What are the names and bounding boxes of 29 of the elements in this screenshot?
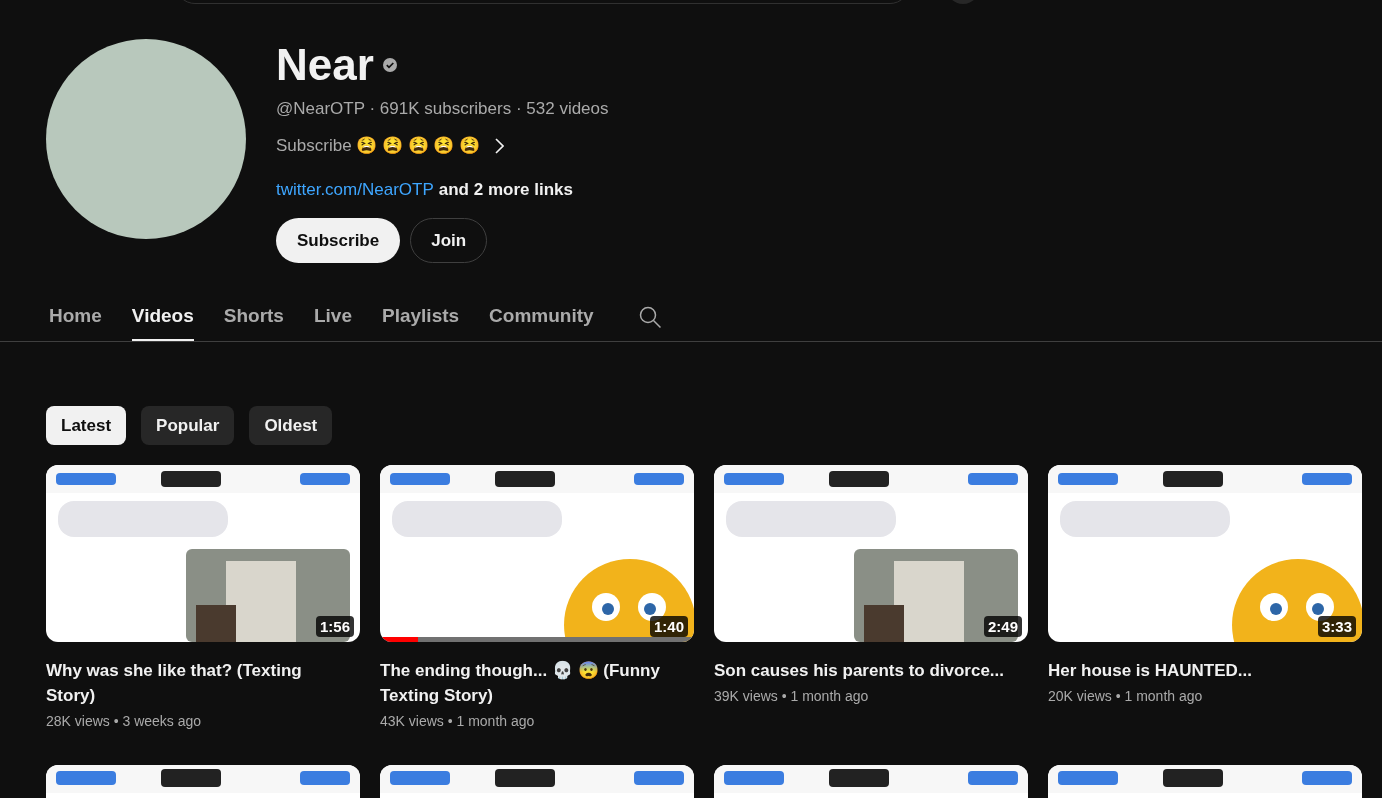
video-title[interactable]: Why was she like that? (Texting Story): [46, 658, 346, 708]
video-meta: 28K views • 3 weeks ago: [46, 713, 202, 729]
duration-badge: 1:56: [315, 616, 354, 637]
subscribe-button[interactable]: Subscribe: [276, 218, 401, 263]
channel-meta: @NearOTP · 691K subscribers · 532 videos: [276, 99, 609, 119]
video-title[interactable]: Son causes his parents to divorce...: [714, 658, 1014, 683]
duration-badge: 2:49: [983, 616, 1022, 637]
video-meta: 39K views • 1 month ago: [714, 688, 869, 704]
duration-badge: 1:40: [649, 616, 688, 637]
video-meta: 43K views • 1 month ago: [380, 713, 535, 729]
video-meta: 20K views • 1 month ago: [1048, 688, 1203, 704]
channel-description[interactable]: Subscribe 😫 😫 😫 😫 😫: [276, 135, 481, 156]
more-links[interactable]: and 2 more links: [438, 180, 573, 200]
filter-chip[interactable]: Oldest: [249, 406, 333, 445]
channel-tab[interactable]: Live: [313, 293, 352, 341]
search-icon[interactable]: [637, 305, 662, 329]
chevron-icon[interactable]: [494, 137, 505, 154]
duration-badge: 3:33: [1317, 616, 1356, 637]
channel-link[interactable]: twitter.com/NearOTP: [276, 180, 434, 200]
channel-tab[interactable]: Home: [49, 293, 102, 341]
channel-tab[interactable]: Community: [489, 293, 594, 341]
video-title[interactable]: Her house is HAUNTED...: [1048, 658, 1348, 683]
channel-tab[interactable]: Shorts: [223, 293, 284, 341]
channel-name: Near: [276, 40, 374, 90]
filter-chip[interactable]: Popular: [141, 406, 235, 445]
filter-chip[interactable]: Latest: [46, 406, 127, 445]
channel-tab[interactable]: Videos: [131, 293, 194, 341]
video-title[interactable]: The ending though... 💀 😨 (Funny Texting Story): [380, 658, 680, 708]
channel-tab[interactable]: Playlists: [382, 293, 460, 341]
